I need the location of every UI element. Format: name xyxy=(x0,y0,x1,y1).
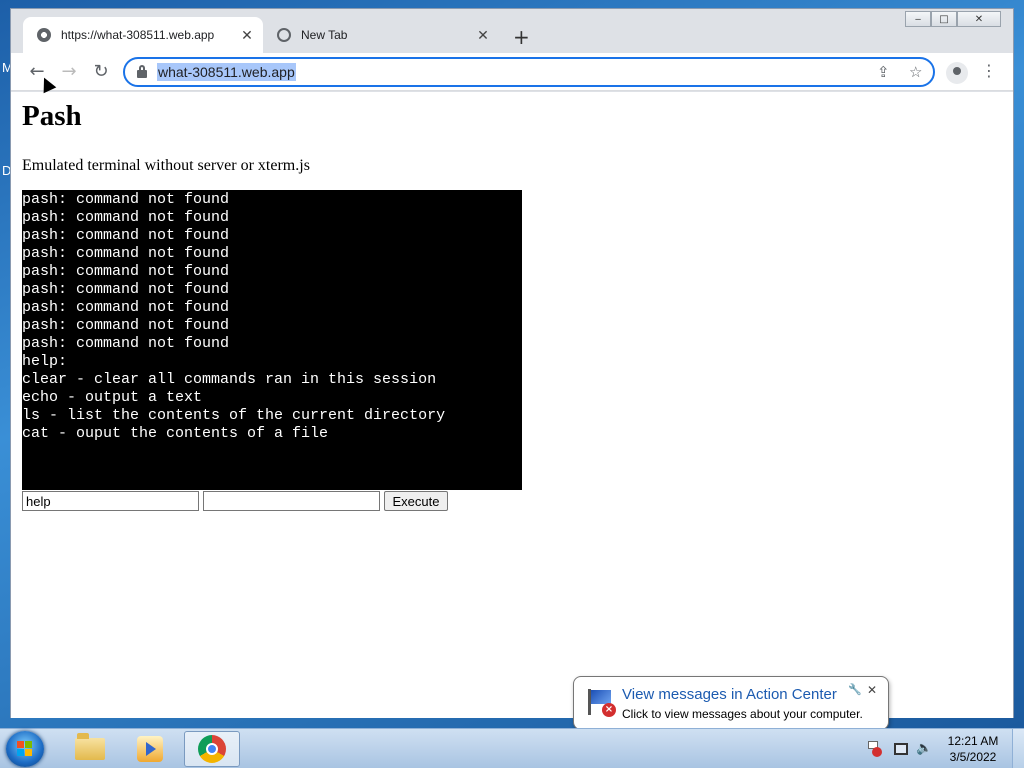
command-input[interactable] xyxy=(22,491,199,511)
tab-title: New Tab xyxy=(301,28,348,42)
tab-title: https://what-308511.web.app xyxy=(61,28,215,42)
terminal-line: cat - ouput the contents of a file xyxy=(22,425,329,442)
folder-icon xyxy=(75,733,105,760)
tab-new-tab[interactable]: New Tab ✕ xyxy=(263,17,499,53)
terminal-line: pash: command not found xyxy=(22,335,230,352)
notification-close-icon[interactable]: ✕ xyxy=(867,683,877,697)
show-desktop-button[interactable] xyxy=(1012,729,1024,768)
taskbar: 🔈 12:21 AM 3/5/2022 xyxy=(0,728,1024,768)
clock-date: 3/5/2022 xyxy=(949,750,997,764)
minimize-button[interactable]: ‒ xyxy=(905,11,931,27)
action-center-notification[interactable]: × View messages in Action Center Click t… xyxy=(573,676,889,743)
lock-icon[interactable] xyxy=(137,65,147,79)
new-tab-button[interactable]: + xyxy=(513,25,530,49)
tab-active[interactable]: https://what-308511.web.app ✕ xyxy=(23,17,263,53)
execute-button[interactable]: Execute xyxy=(384,491,448,511)
system-clock[interactable]: 12:21 AM 3/5/2022 xyxy=(940,733,1006,765)
profile-avatar-icon[interactable] xyxy=(946,62,968,84)
wrench-icon[interactable]: 🔧 xyxy=(848,683,862,696)
close-window-button[interactable]: ✕ xyxy=(957,11,1001,27)
terminal-output: pash: command not found pash: command not… xyxy=(22,190,522,490)
windows-logo-icon xyxy=(17,741,33,757)
globe-icon xyxy=(37,28,51,42)
page-description: Emulated terminal without server or xter… xyxy=(22,157,310,174)
browser-toolbar: ← → ↻ what-308511.web.app ⇪ ☆ ⋮ xyxy=(11,53,1013,91)
terminal-line: pash: command not found xyxy=(22,209,230,226)
reload-icon[interactable]: ↻ xyxy=(89,61,113,82)
action-center-tray-icon[interactable] xyxy=(866,741,882,757)
url-text[interactable]: what-308511.web.app xyxy=(157,63,296,81)
terminal-line: pash: command not found xyxy=(22,191,230,208)
start-button[interactable] xyxy=(6,731,44,767)
taskbar-chrome[interactable] xyxy=(184,731,240,767)
media-player-icon xyxy=(137,736,163,762)
action-center-flag-icon: × xyxy=(586,687,616,717)
chrome-icon xyxy=(277,28,291,42)
terminal-line: pash: command not found xyxy=(22,299,230,316)
tab-close-icon[interactable]: ✕ xyxy=(473,27,493,44)
share-icon[interactable]: ⇪ xyxy=(877,63,890,81)
terminal-line: pash: command not found xyxy=(22,227,230,244)
clock-time: 12:21 AM xyxy=(947,734,999,748)
page-content: Pash Emulated terminal without server or… xyxy=(11,92,1013,718)
notification-body: Click to view messages about your comput… xyxy=(622,707,863,721)
window-controls: ‒ □ ✕ xyxy=(905,11,1001,27)
terminal-line: help: xyxy=(22,353,68,370)
terminal-line: clear - clear all commands ran in this s… xyxy=(22,371,437,388)
maximize-button[interactable]: □ xyxy=(931,11,957,27)
tab-close-icon[interactable]: ✕ xyxy=(237,27,257,44)
chrome-icon xyxy=(198,735,226,763)
terminal-line: ls - list the contents of the current di… xyxy=(22,407,446,424)
bookmark-star-icon[interactable]: ☆ xyxy=(909,63,922,81)
taskbar-media-player[interactable] xyxy=(122,731,178,767)
address-bar[interactable]: what-308511.web.app ⇪ ☆ xyxy=(123,57,935,87)
menu-kebab-icon[interactable]: ⋮ xyxy=(981,61,997,80)
terminal-line: pash: command not found xyxy=(22,281,230,298)
notification-title[interactable]: View messages in Action Center xyxy=(622,686,837,703)
terminal-line: echo - output a text xyxy=(22,389,203,406)
taskbar-file-explorer[interactable] xyxy=(62,731,118,767)
browser-window: ‒ □ ✕ https://what-308511.web.app ✕ New … xyxy=(10,8,1014,718)
argument-input[interactable] xyxy=(203,491,380,511)
page-title: Pash xyxy=(22,100,82,132)
network-icon[interactable] xyxy=(892,741,908,757)
terminal-line: pash: command not found xyxy=(22,263,230,280)
forward-arrow-icon[interactable]: → xyxy=(57,61,81,82)
volume-icon[interactable]: 🔈 xyxy=(916,741,932,757)
terminal-line: pash: command not found xyxy=(22,245,230,262)
terminal-line: pash: command not found xyxy=(22,317,230,334)
